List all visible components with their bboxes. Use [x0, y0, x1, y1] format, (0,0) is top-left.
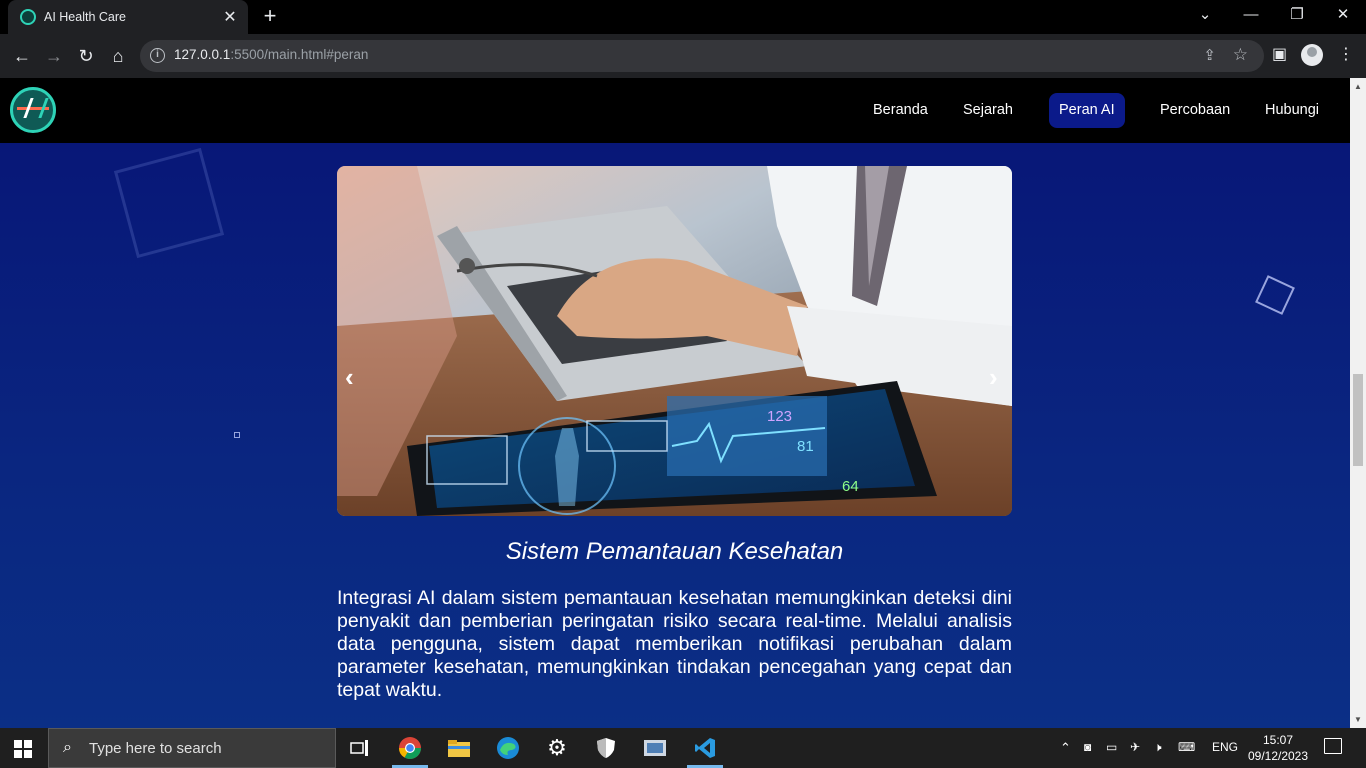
minimize-button[interactable]: — [1228, 0, 1274, 30]
browser-toolbar: ← → ↻ ⌂ i 127.0.0.1:5500/main.html#peran… [0, 34, 1366, 78]
site-favicon-icon [20, 9, 36, 25]
search-placeholder: Type here to search [89, 740, 222, 757]
close-tab-icon[interactable]: ✕ [222, 7, 238, 27]
edge-app-icon[interactable] [484, 728, 532, 768]
web-page: Beranda Sejarah Peran AI Percobaan Hubun… [0, 78, 1350, 728]
reload-icon[interactable]: ↻ [72, 42, 100, 70]
notification-center-icon[interactable] [1324, 738, 1342, 754]
home-icon[interactable]: ⌂ [104, 42, 132, 70]
doctor-laptop-illustration: 123 81 64 [337, 166, 1012, 516]
tab-title: AI Health Care [44, 10, 126, 24]
volume-muted-icon[interactable]: 🕨 [1154, 740, 1162, 755]
carousel-next-button[interactable]: › [989, 362, 998, 393]
new-tab-button[interactable]: + [258, 5, 282, 29]
windows-start-icon[interactable] [14, 740, 32, 758]
settings-gear-icon[interactable]: ⚙ [533, 728, 581, 768]
section-title: Sistem Pemantauan Kesehatan [505, 538, 844, 565]
security-shield-icon[interactable] [582, 728, 630, 768]
more-menu-icon[interactable]: ⋮ [1338, 44, 1354, 64]
side-panel-icon[interactable]: ▣ [1272, 44, 1287, 64]
close-window-button[interactable]: ✕ [1320, 0, 1366, 30]
bookmark-star-icon[interactable]: ☆ [1233, 45, 1248, 65]
clock-time: 15:07 [1262, 733, 1294, 747]
system-clock[interactable]: 15:07 09/12/2023 [1246, 732, 1310, 764]
share-icon[interactable]: ⇪ [1203, 46, 1216, 64]
forward-arrow-icon[interactable]: → [40, 42, 68, 70]
meet-now-icon[interactable]: ◙ [1084, 740, 1091, 754]
restore-button[interactable]: ❐ [1274, 0, 1320, 30]
section-paragraph: Integrasi AI dalam sistem pemantauan kes… [337, 587, 1012, 701]
scroll-down-icon[interactable]: ▼ [1354, 715, 1362, 724]
decorative-square-small [1255, 275, 1295, 315]
decorative-square [113, 147, 225, 259]
address-bar[interactable]: i 127.0.0.1:5500/main.html#peran ⇪ ☆ [140, 40, 1264, 72]
keyboard-icon[interactable]: ⌨ [1178, 740, 1195, 754]
page-scrollbar[interactable]: ▲ ▼ [1350, 78, 1366, 728]
os-taskbar: ⌕ Type here to search ⚙ ⌃ ◙ ▭ ✈ 🕨 ⌨ ENG … [0, 728, 1366, 768]
battery-icon[interactable]: ▭ [1106, 740, 1117, 754]
decorative-dot [234, 432, 240, 438]
nav-percobaan[interactable]: Percobaan [1150, 93, 1240, 128]
browser-tabbar: AI Health Care ✕ + ⌄ — ❐ ✕ [0, 0, 1366, 34]
nav-beranda[interactable]: Beranda [863, 93, 938, 128]
url-text: 127.0.0.1:5500/main.html#peran [174, 47, 369, 62]
site-logo[interactable] [10, 87, 56, 133]
nav-hubungi[interactable]: Hubungi [1255, 93, 1329, 128]
tablet-reading-1: 123 [767, 408, 792, 425]
tablet-reading-2: 81 [797, 438, 814, 455]
nav-peran-ai[interactable]: Peran AI [1049, 93, 1125, 128]
carousel-prev-button[interactable]: ‹ [345, 362, 354, 393]
vscode-app-icon[interactable] [681, 728, 729, 768]
airplane-mode-icon[interactable]: ✈ [1130, 740, 1140, 754]
chrome-app-icon[interactable] [386, 728, 434, 768]
carousel-image: 123 81 64 ‹ › [337, 166, 1012, 516]
scrollbar-thumb[interactable] [1353, 374, 1363, 466]
clock-date: 09/12/2023 [1247, 749, 1309, 763]
task-view-icon[interactable] [336, 728, 384, 768]
scroll-up-icon[interactable]: ▲ [1354, 82, 1362, 91]
tablet-reading-3: 64 [842, 478, 859, 495]
tab-search-icon[interactable]: ⌄ [1182, 0, 1228, 30]
language-indicator[interactable]: ENG [1212, 740, 1238, 754]
site-navbar: Beranda Sejarah Peran AI Percobaan Hubun… [0, 78, 1350, 143]
control-panel-icon[interactable] [631, 728, 679, 768]
site-info-icon[interactable]: i [150, 48, 165, 63]
search-icon: ⌕ [63, 739, 72, 756]
profile-avatar[interactable] [1301, 44, 1323, 66]
file-explorer-icon[interactable] [435, 728, 483, 768]
nav-sejarah[interactable]: Sejarah [953, 93, 1023, 128]
show-hidden-icons-icon[interactable]: ⌃ [1060, 740, 1071, 756]
browser-tab[interactable]: AI Health Care ✕ [8, 0, 248, 34]
taskbar-search[interactable]: ⌕ Type here to search [48, 728, 336, 768]
back-arrow-icon[interactable]: ← [8, 42, 36, 70]
